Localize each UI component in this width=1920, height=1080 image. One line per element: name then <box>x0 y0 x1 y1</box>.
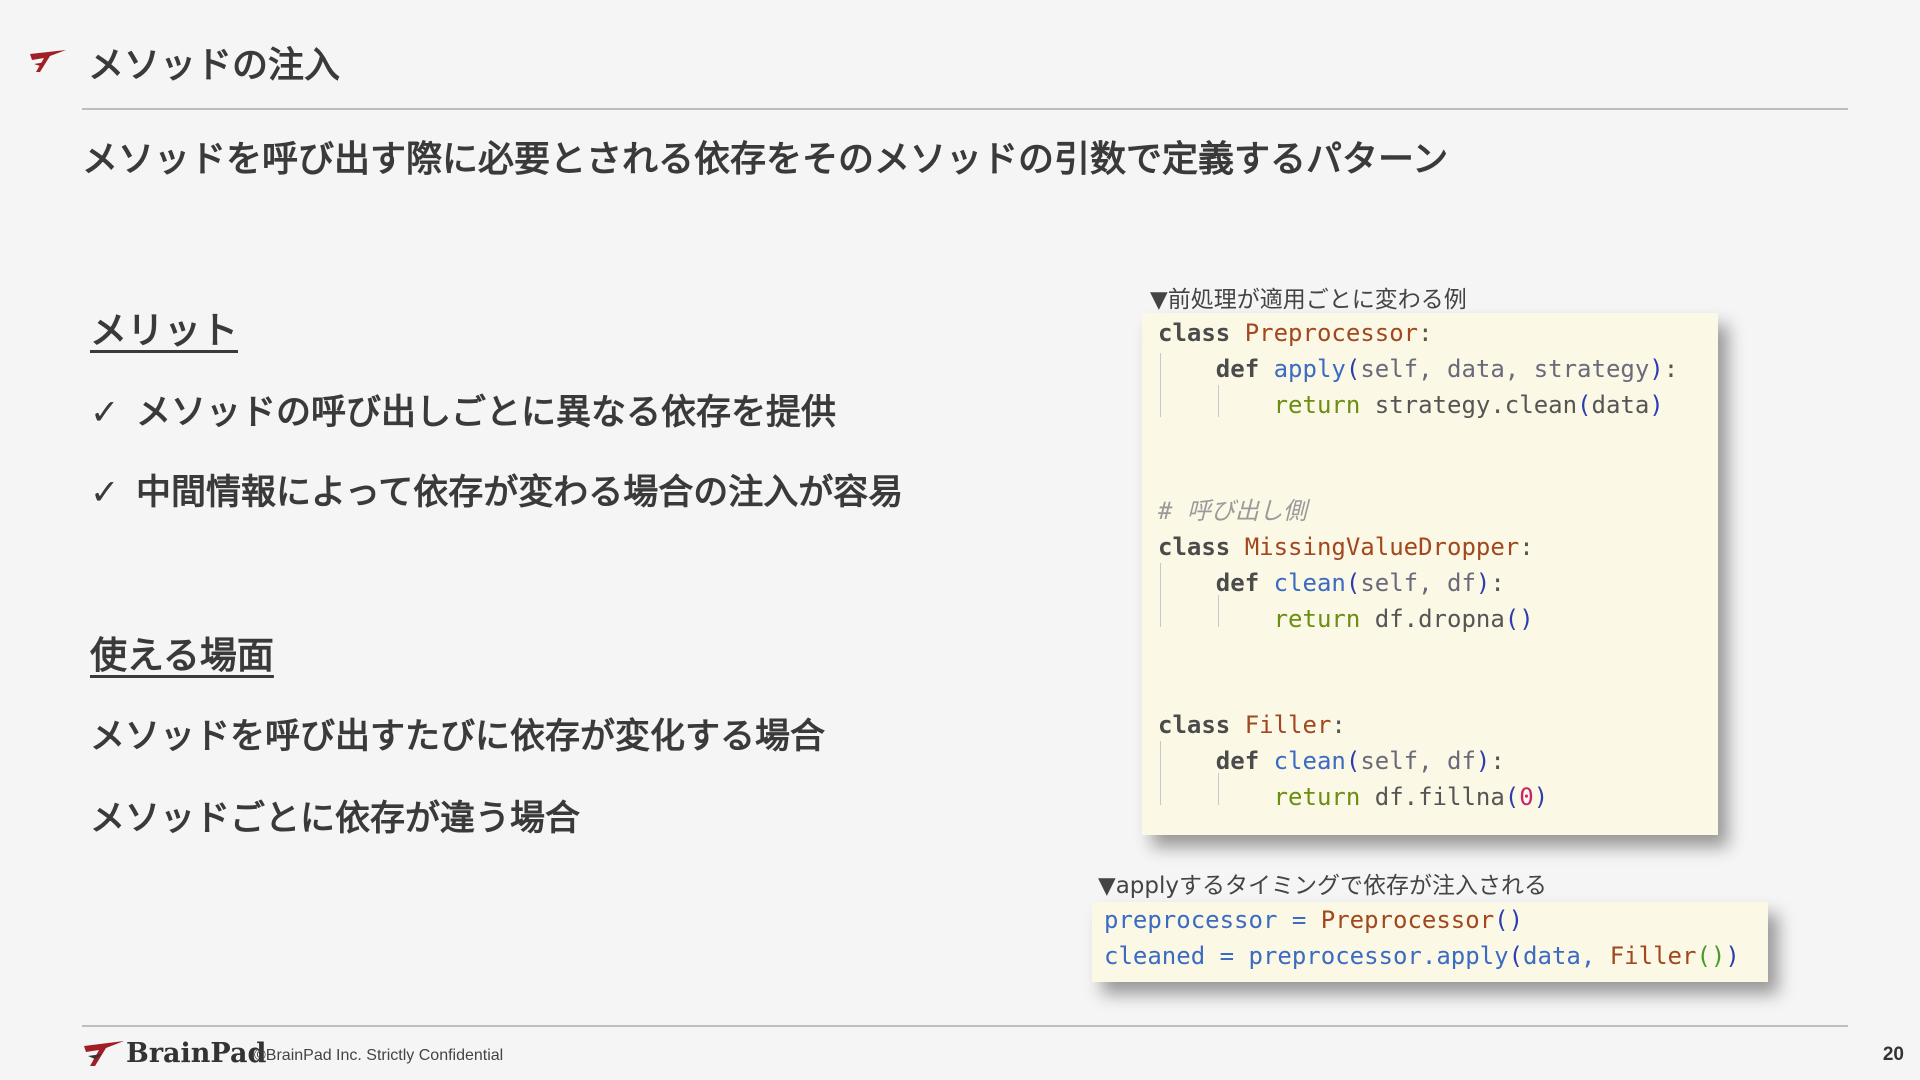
code-block-usage: preprocessor = Preprocessor() cleaned = … <box>1092 902 1768 982</box>
merits-heading: メリット <box>90 309 238 352</box>
brainpad-logo-mark-icon <box>84 1041 124 1066</box>
merit-item: ✓ 中間情報によって依存が変わる場合の注入が容易 <box>90 464 903 515</box>
code-line: class Preprocessor: <box>1158 319 1433 347</box>
copyright-text: ©BrainPad Inc. Strictly Confidential <box>254 1047 504 1064</box>
code-example-2-caption: ▼applyするタイミングで依存が注入される <box>1098 873 1547 899</box>
merit-item-text: 中間情報によって依存が変わる場合の注入が容易 <box>136 473 904 513</box>
brand-name: BrainPad <box>126 1038 267 1069</box>
merit-item-text: メソッドの呼び出しごとに異なる依存を提供 <box>136 393 837 433</box>
code-line: cleaned = preprocessor.apply(data, Fille… <box>1104 942 1740 970</box>
header-divider <box>82 108 1848 110</box>
code-line: return df.fillna(0) <box>1273 783 1549 811</box>
check-icon: ✓ <box>90 393 120 433</box>
brainpad-logo-mark-icon <box>30 50 66 72</box>
code-line: def apply(self, data, strategy): <box>1215 355 1679 383</box>
code-line: class MissingValueDropper: <box>1158 533 1534 561</box>
page-number: 20 <box>1882 1044 1904 1065</box>
code-line: class Filler: <box>1158 711 1346 739</box>
merit-item: ✓ メソッドの呼び出しごとに異なる依存を提供 <box>90 384 836 435</box>
use-case-item: メソッドごとに依存が違う場合 <box>90 799 581 839</box>
code-example-1-caption: ▼前処理が適用ごとに変わる例 <box>1150 287 1467 313</box>
use-case-item: メソッドを呼び出すたびに依存が変化する場合 <box>90 717 826 757</box>
slide-subtitle: メソッドを呼び出す際に必要とされる依存をそのメソッドの引数で定義するパターン <box>82 139 1449 180</box>
code-line: def clean(self, df): <box>1215 569 1505 597</box>
code-line: return strategy.clean(data) <box>1273 391 1664 419</box>
code-line: return df.dropna() <box>1273 605 1534 633</box>
check-icon: ✓ <box>90 473 120 513</box>
code-block-preprocessor: class Preprocessor: def apply(self, data… <box>1142 313 1718 835</box>
slide-title: メソッドの注入 <box>88 45 341 86</box>
code-comment: # 呼び出し側 <box>1158 497 1307 525</box>
footer-divider <box>82 1025 1848 1027</box>
code-line: preprocessor = Preprocessor() <box>1104 906 1524 934</box>
code-line: def clean(self, df): <box>1215 747 1505 775</box>
use-cases-heading: 使える場面 <box>90 634 274 677</box>
